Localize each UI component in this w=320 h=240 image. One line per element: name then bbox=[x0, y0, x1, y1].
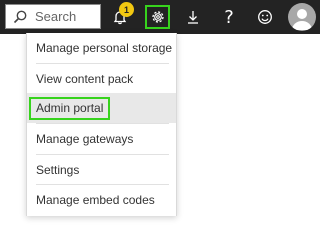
download-button[interactable] bbox=[180, 4, 206, 30]
download-icon bbox=[188, 11, 198, 24]
settings-button[interactable] bbox=[145, 5, 170, 29]
avatar[interactable] bbox=[288, 3, 316, 31]
menu-item-label: View content pack bbox=[36, 71, 134, 86]
menu-item-admin-portal[interactable]: Admin portal bbox=[27, 93, 176, 123]
menu-item-label: Manage gateways bbox=[36, 132, 134, 146]
menu-item-label: Admin portal bbox=[29, 96, 111, 120]
menu-item-manage-gateways[interactable]: Manage gateways bbox=[27, 124, 176, 154]
help-button[interactable]: ? bbox=[216, 4, 242, 30]
settings-menu: Manage personal storage View content pac… bbox=[26, 33, 177, 216]
notification-badge: 1 bbox=[119, 2, 134, 17]
help-icon: ? bbox=[224, 6, 234, 28]
menu-item-settings[interactable]: Settings bbox=[27, 155, 176, 184]
search-placeholder: Search bbox=[35, 9, 77, 24]
menu-item-label: Manage embed codes bbox=[36, 193, 155, 207]
feedback-button[interactable] bbox=[252, 4, 278, 30]
user-silhouette-icon bbox=[292, 9, 312, 30]
menu-item-view-content-pack[interactable]: View content pack bbox=[27, 64, 176, 93]
menu-item-label: Settings bbox=[36, 162, 80, 177]
gear-icon bbox=[151, 11, 164, 23]
smiley-icon bbox=[258, 10, 272, 24]
search-icon bbox=[13, 10, 27, 23]
search-input[interactable]: Search bbox=[5, 4, 101, 29]
menu-item-manage-personal-storage[interactable]: Manage personal storage bbox=[27, 33, 176, 63]
menu-item-manage-embed-codes[interactable]: Manage embed codes bbox=[27, 185, 176, 215]
top-bar: Search 1 ? bbox=[0, 0, 320, 34]
menu-item-label: Manage personal storage bbox=[36, 41, 173, 55]
